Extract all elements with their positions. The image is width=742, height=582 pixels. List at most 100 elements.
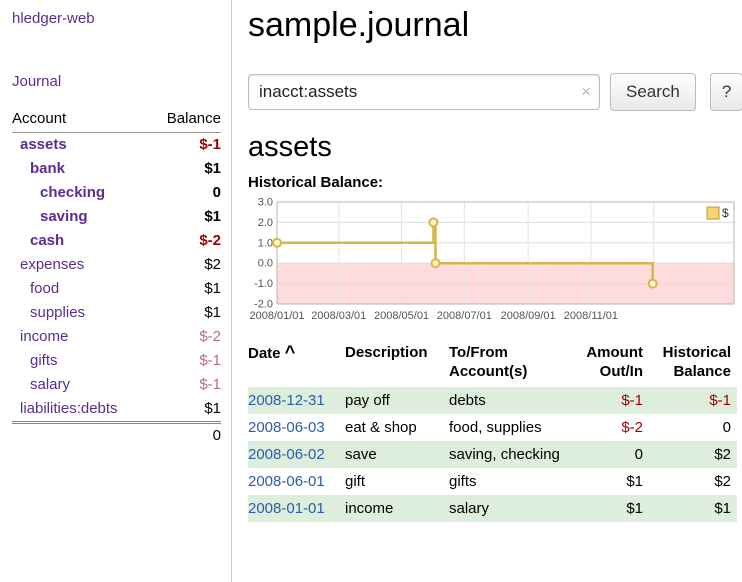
transaction-date-link[interactable]: 2008-06-02 [248, 446, 325, 463]
transaction-balance: 0 [649, 414, 737, 441]
transaction-description: eat & shop [345, 414, 449, 441]
transaction-amount: 0 [567, 441, 649, 468]
account-row: gifts $-1 [12, 349, 221, 373]
account-row: bank $1 [12, 157, 221, 181]
account-link[interactable]: liabilities:debts [20, 400, 118, 417]
account-balance: $2 [150, 253, 221, 277]
transaction-row: 2008-06-03 eat & shop food, supplies $-2… [248, 414, 737, 441]
account-row: liabilities:debts $1 [12, 397, 221, 423]
transaction-amount: $-2 [567, 414, 649, 441]
transaction-description: pay off [345, 387, 449, 414]
sort-ascending-icon: ^ [285, 342, 296, 362]
account-balance: $-2 [150, 325, 221, 349]
account-balance: $-1 [150, 373, 221, 397]
transaction-amount: $1 [567, 468, 649, 495]
svg-text:2008/05/01: 2008/05/01 [374, 310, 429, 322]
accounts-header-balance: Balance [150, 108, 221, 133]
transaction-balance: $2 [649, 468, 737, 495]
svg-text:2008/01/01: 2008/01/01 [249, 310, 304, 322]
account-link[interactable]: saving [40, 208, 88, 225]
accounts-total-row: 0 [12, 423, 221, 449]
account-balance: $-1 [150, 349, 221, 373]
transaction-accounts: gifts [449, 468, 567, 495]
account-balance: $-2 [150, 229, 221, 253]
transaction-date-link[interactable]: 2008-06-03 [248, 419, 325, 436]
search-input[interactable] [248, 74, 600, 110]
page-title: sample.journal [248, 6, 742, 45]
svg-text:2008/03/01: 2008/03/01 [311, 310, 366, 322]
account-row: checking 0 [12, 181, 221, 205]
app-root: hledger-web Journal Account Balance asse… [0, 0, 742, 582]
account-balance: $1 [150, 157, 221, 181]
transaction-accounts: food, supplies [449, 414, 567, 441]
account-link[interactable]: salary [30, 376, 70, 393]
col-amount: Amount Out/In [567, 341, 649, 387]
nav-journal-link[interactable]: Journal [12, 73, 221, 90]
account-link[interactable]: bank [30, 160, 65, 177]
account-link[interactable]: income [20, 328, 68, 345]
search-button[interactable]: Search [610, 73, 696, 111]
col-date[interactable]: Date ^ [248, 341, 345, 387]
account-row: supplies $1 [12, 301, 221, 325]
transaction-accounts: salary [449, 495, 567, 522]
accounts-header-account: Account [12, 108, 150, 133]
account-balance: 0 [150, 181, 221, 205]
col-accounts: To/From Account(s) [449, 341, 567, 387]
account-row: salary $-1 [12, 373, 221, 397]
transaction-date-link[interactable]: 2008-01-01 [248, 500, 325, 517]
svg-text:1.0: 1.0 [258, 237, 273, 249]
search-box: × [248, 74, 600, 110]
main-content: sample.journal × Search ? assets Histori… [232, 0, 742, 582]
account-balance: $1 [150, 301, 221, 325]
transaction-row: 2008-06-01 gift gifts $1 $2 [248, 468, 737, 495]
accounts-table-body: assets $-1 bank $1 checking 0 saving $1 … [12, 133, 221, 423]
help-button[interactable]: ? [710, 73, 742, 111]
svg-text:2008/07/01: 2008/07/01 [437, 310, 492, 322]
account-balance: $-1 [150, 133, 221, 158]
transaction-description: save [345, 441, 449, 468]
svg-text:-1.0: -1.0 [254, 278, 273, 290]
clear-search-icon[interactable]: × [581, 82, 591, 102]
account-link[interactable]: checking [40, 184, 105, 201]
transaction-row: 2008-12-31 pay off debts $-1 $-1 [248, 387, 737, 414]
account-link[interactable]: gifts [30, 352, 58, 369]
transactions-header-row: Date ^ Description To/From Account(s) Am… [248, 341, 737, 387]
transaction-row: 2008-06-02 save saving, checking 0 $2 [248, 441, 737, 468]
account-link[interactable]: assets [20, 136, 67, 153]
svg-text:-2.0: -2.0 [254, 299, 273, 311]
account-row: expenses $2 [12, 253, 221, 277]
historical-balance-chart: 3.0 2.0 1.0 0.0 -1.0 -2.02008/01/01 2008/03/01… [248, 197, 736, 329]
col-balance: Historical Balance [649, 341, 737, 387]
app-title-link[interactable]: hledger-web [12, 10, 221, 27]
svg-text:2008/11/01: 2008/11/01 [564, 310, 618, 322]
transactions-table: Date ^ Description To/From Account(s) Am… [248, 341, 737, 522]
account-balance: $1 [150, 205, 221, 229]
transaction-date-link[interactable]: 2008-12-31 [248, 392, 325, 409]
transaction-balance: $2 [649, 441, 737, 468]
account-balance: $1 [150, 397, 221, 423]
account-row: saving $1 [12, 205, 221, 229]
transaction-accounts: saving, checking [449, 441, 567, 468]
transaction-description: income [345, 495, 449, 522]
svg-text:3.0: 3.0 [258, 197, 273, 209]
sidebar: hledger-web Journal Account Balance asse… [0, 0, 232, 582]
transaction-date-link[interactable]: 2008-06-01 [248, 473, 325, 490]
svg-text:2008/09/01: 2008/09/01 [501, 310, 556, 322]
transaction-amount: $1 [567, 495, 649, 522]
accounts-header-row: Account Balance [12, 108, 221, 133]
svg-text:0.0: 0.0 [258, 258, 273, 270]
svg-text:$: $ [722, 206, 729, 220]
account-row: cash $-2 [12, 229, 221, 253]
account-link[interactable]: supplies [30, 304, 85, 321]
transaction-accounts: debts [449, 387, 567, 414]
accounts-table: Account Balance assets $-1 bank $1 check… [12, 108, 221, 448]
col-description: Description [345, 341, 449, 387]
account-heading: assets [248, 131, 742, 164]
account-balance: $1 [150, 277, 221, 301]
account-link[interactable]: cash [30, 232, 64, 249]
transaction-description: gift [345, 468, 449, 495]
transactions-table-body: 2008-12-31 pay off debts $-1 $-1 2008-06… [248, 387, 737, 522]
account-link[interactable]: expenses [20, 256, 84, 273]
svg-text:2.0: 2.0 [258, 217, 273, 229]
account-link[interactable]: food [30, 280, 59, 297]
